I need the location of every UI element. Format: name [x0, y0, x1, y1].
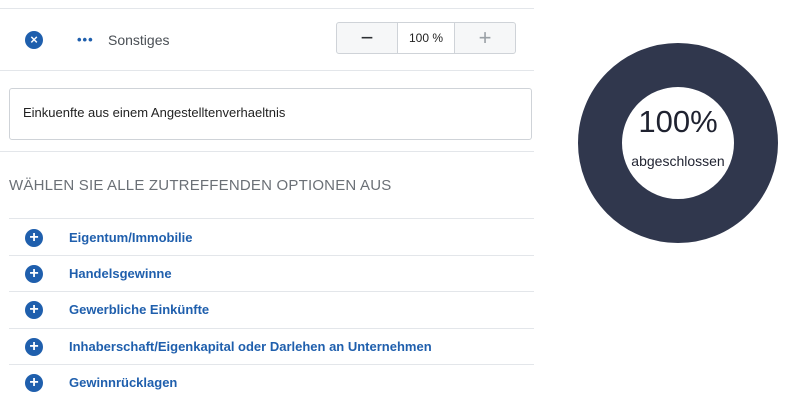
selected-item-label: Sonstiges — [108, 32, 170, 48]
option-gewinnruecklagen[interactable]: + Gewinnrücklagen — [0, 364, 534, 401]
option-label: Eigentum/Immobilie — [69, 230, 193, 245]
option-eigentum[interactable]: + Eigentum/Immobilie — [0, 219, 534, 256]
selected-income-row: × ••• Sonstiges − 100 % + — [0, 0, 534, 70]
option-inhaberschaft[interactable]: + Inhaberschaft/Eigenkapital oder Darleh… — [0, 328, 534, 365]
close-icon: × — [30, 32, 38, 47]
progress-status: abgeschlossen — [631, 153, 725, 169]
option-label: Inhaberschaft/Eigenkapital oder Darlehen… — [69, 339, 432, 354]
plus-circle-icon: + — [25, 374, 43, 392]
plus-circle-icon: + — [25, 229, 43, 247]
remove-button[interactable]: × — [25, 31, 43, 49]
description-input[interactable]: Einkuenfte aus einem Angestelltenverhael… — [9, 88, 532, 140]
progress-percent: 100% — [638, 104, 718, 139]
divider — [0, 70, 534, 71]
option-label: Handelsgewinne — [69, 266, 172, 281]
divider — [0, 151, 534, 152]
plus-circle-icon: + — [25, 338, 43, 356]
plus-circle-icon: + — [25, 265, 43, 283]
option-label: Gewerbliche Einkünfte — [69, 302, 210, 317]
progress-ring — [578, 43, 778, 243]
option-handelsgewinne[interactable]: + Handelsgewinne — [0, 255, 534, 292]
section-heading: WÄHLEN SIE ALLE ZUTREFFENDEN OPTIONEN AU… — [9, 177, 392, 194]
decrement-button[interactable]: − — [337, 23, 397, 53]
increment-button[interactable]: + — [455, 23, 515, 53]
plus-circle-icon: + — [25, 301, 43, 319]
progress-donut — [578, 43, 778, 243]
more-dots-icon: ••• — [77, 32, 94, 47]
option-label: Gewinnrücklagen — [69, 375, 178, 390]
percentage-stepper: − 100 % + — [336, 22, 516, 54]
percentage-input[interactable]: 100 % — [397, 23, 455, 53]
option-gewerbliche-einkuenfte[interactable]: + Gewerbliche Einkünfte — [0, 291, 534, 328]
